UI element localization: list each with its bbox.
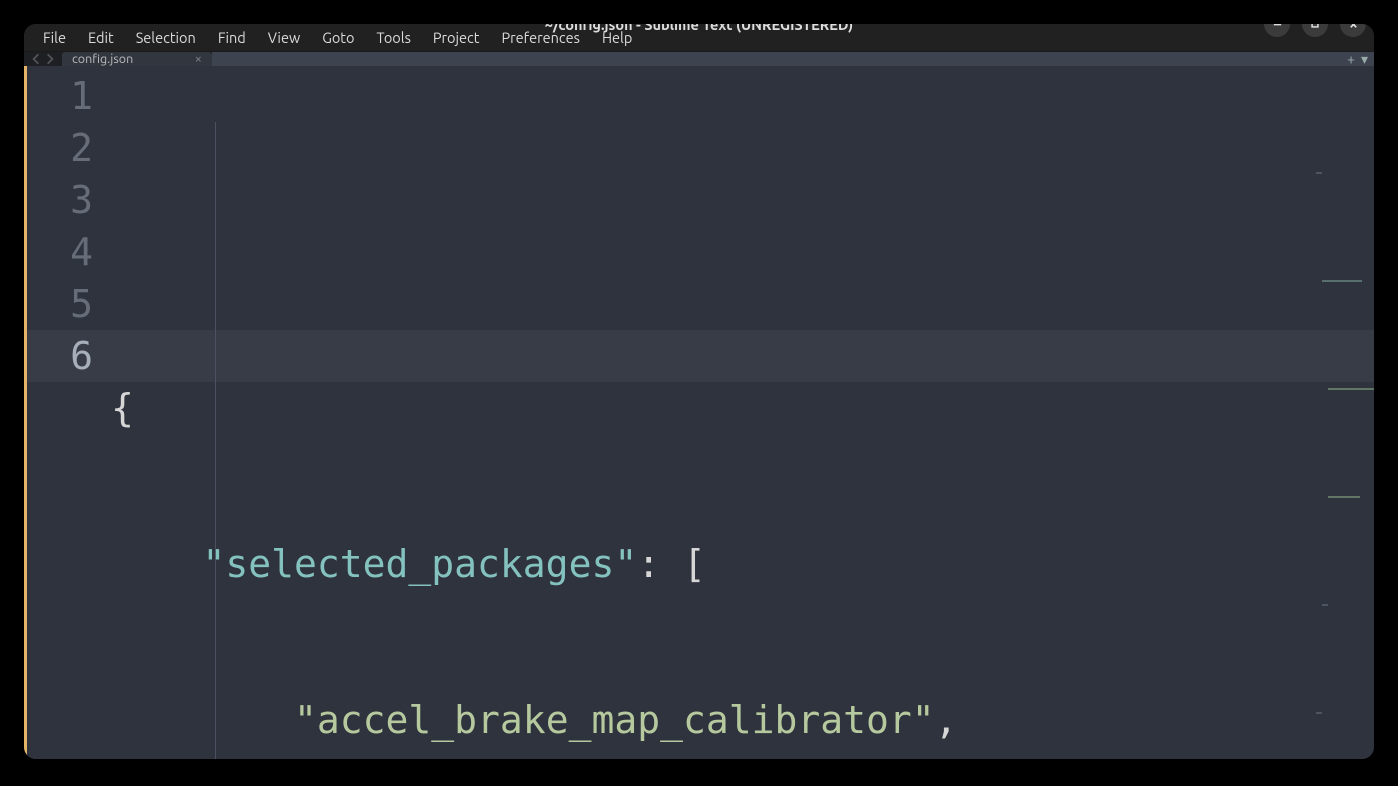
- new-tab-icon[interactable]: +: [1347, 51, 1355, 67]
- menu-selection[interactable]: Selection: [125, 24, 207, 51]
- menu-preferences[interactable]: Preferences: [491, 24, 591, 51]
- tab-back-icon[interactable]: [30, 53, 42, 65]
- menu-find[interactable]: Find: [207, 24, 257, 51]
- app-window: ~/config.json - Sublime Text (UNREGISTER…: [24, 24, 1374, 759]
- line-number: 4: [27, 226, 93, 278]
- tab-history-nav: [24, 52, 62, 66]
- tab-config-json[interactable]: config.json ×: [62, 52, 212, 66]
- menu-goto[interactable]: Goto: [311, 24, 365, 51]
- code-key: "selected_packages": [203, 542, 638, 586]
- tab-label: config.json: [72, 52, 133, 66]
- tab-menu-icon[interactable]: ▾: [1361, 51, 1368, 68]
- menu-project[interactable]: Project: [422, 24, 491, 51]
- code-string: "accel_brake_map_calibrator": [294, 698, 935, 742]
- code-brace: {: [111, 386, 134, 430]
- menu-file[interactable]: File: [32, 24, 77, 51]
- menubar: File Edit Selection Find View Goto Tools…: [24, 24, 1374, 52]
- code-punct: ,: [935, 698, 958, 742]
- tab-close-icon[interactable]: ×: [195, 52, 202, 66]
- tabbar-empty[interactable]: [212, 52, 1374, 66]
- line-number: 5: [27, 278, 93, 330]
- tab-forward-icon[interactable]: [44, 53, 56, 65]
- menu-help[interactable]: Help: [591, 24, 643, 51]
- line-number: 1: [27, 70, 93, 122]
- tabbar-actions: + ▾: [1347, 52, 1368, 66]
- line-number: 3: [27, 174, 93, 226]
- line-number: 2: [27, 122, 93, 174]
- menu-view[interactable]: View: [257, 24, 311, 51]
- menu-edit[interactable]: Edit: [77, 24, 125, 51]
- code-punct: : [: [637, 542, 706, 586]
- code-area[interactable]: { "selected_packages": [ "accel_brake_ma…: [111, 66, 1374, 759]
- tabbar: config.json × + ▾: [24, 52, 1374, 66]
- menu-tools[interactable]: Tools: [365, 24, 421, 51]
- editor[interactable]: 1 2 3 4 5 6 { "selected_packages": [ "ac…: [24, 66, 1374, 759]
- line-number-current: 6: [27, 330, 111, 382]
- gutter: 1 2 3 4 5 6: [27, 66, 111, 759]
